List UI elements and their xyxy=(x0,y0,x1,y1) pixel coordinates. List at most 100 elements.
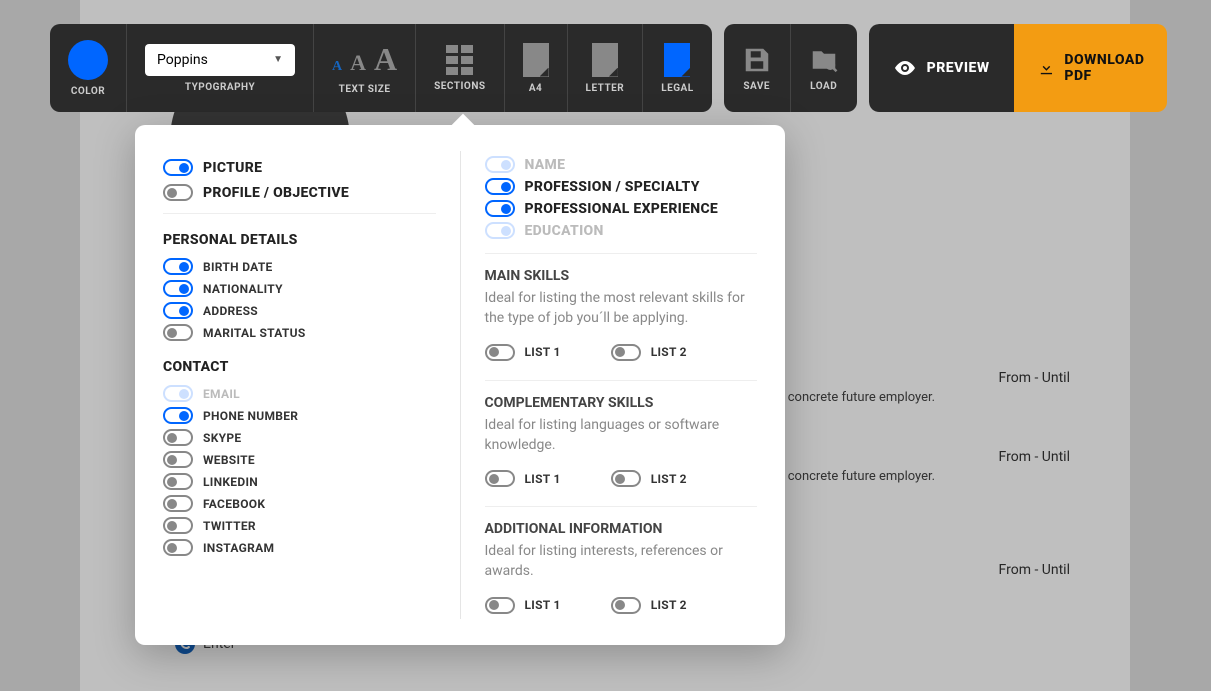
save-icon xyxy=(742,45,772,75)
page-letter-label: LETTER xyxy=(586,83,625,94)
group-title: COMPLEMENTARY SKILLS xyxy=(485,395,758,411)
toggle-switch[interactable] xyxy=(163,451,193,468)
toggle-label: ADDRESS xyxy=(203,304,258,318)
toggle-switch[interactable] xyxy=(485,200,515,217)
toggle-profile-objective[interactable]: PROFILE / OBJECTIVE xyxy=(163,184,436,201)
toggle-instagram[interactable]: INSTAGRAM xyxy=(163,539,436,556)
sections-button[interactable]: SECTIONS xyxy=(416,24,504,112)
toggle-label: NATIONALITY xyxy=(203,282,283,296)
text-size-icon: AAA xyxy=(332,41,397,78)
popover-right-column: NAME PROFESSION / SPECIALTY PROFESSIONAL E… xyxy=(461,151,758,619)
preview-button[interactable]: PREVIEW xyxy=(869,24,1014,112)
eye-icon xyxy=(893,56,917,80)
toggle-switch[interactable] xyxy=(163,429,193,446)
toggle-label: FACEBOOK xyxy=(203,497,265,511)
toggle-switch[interactable] xyxy=(163,280,193,297)
toggle-switch[interactable] xyxy=(485,470,515,487)
toggle-switch[interactable] xyxy=(611,470,641,487)
toggle-birth-date[interactable]: BIRTH DATE xyxy=(163,258,436,275)
chevron-down-icon: ▼ xyxy=(273,54,283,65)
toggle-label: LIST 2 xyxy=(651,598,687,612)
color-picker-button[interactable]: COLOR xyxy=(50,24,127,112)
page-letter-button[interactable]: LETTER xyxy=(568,24,644,112)
toggle-list-2[interactable]: LIST 2 xyxy=(611,597,687,614)
load-button[interactable]: LOAD xyxy=(791,24,857,112)
group-description: Ideal for listing languages or software … xyxy=(485,415,758,456)
toggle-switch[interactable] xyxy=(485,344,515,361)
divider xyxy=(163,213,436,214)
page-legal-label: LEGAL xyxy=(661,83,693,94)
toggle-name: NAME xyxy=(485,156,758,173)
typography-label: TYPOGRAPHY xyxy=(185,82,255,93)
toggle-switch[interactable] xyxy=(163,473,193,490)
toggle-phone-number[interactable]: PHONE NUMBER xyxy=(163,407,436,424)
preview-label: PREVIEW xyxy=(927,60,990,76)
divider xyxy=(485,506,758,507)
page-legal-button[interactable]: LEGAL xyxy=(643,24,711,112)
toggle-label: EDUCATION xyxy=(525,223,604,239)
toggle-switch[interactable] xyxy=(163,539,193,556)
toggle-profession-specialty[interactable]: PROFESSION / SPECIALTY xyxy=(485,178,758,195)
toggle-list-1[interactable]: LIST 1 xyxy=(485,344,561,361)
toggle-switch[interactable] xyxy=(163,517,193,534)
toggle-education: EDUCATION xyxy=(485,222,758,239)
toggle-switch[interactable] xyxy=(485,597,515,614)
toggle-switch xyxy=(485,156,515,173)
toggle-linkedin[interactable]: LINKEDIN xyxy=(163,473,436,490)
toggle-facebook[interactable]: FACEBOOK xyxy=(163,495,436,512)
contact-heading: CONTACT xyxy=(163,359,436,375)
toggle-label: NAME xyxy=(525,157,566,173)
toggle-switch[interactable] xyxy=(163,302,193,319)
toggle-switch[interactable] xyxy=(163,159,193,176)
toggle-switch[interactable] xyxy=(163,258,193,275)
toggle-list-1[interactable]: LIST 1 xyxy=(485,597,561,614)
toggle-nationality[interactable]: NATIONALITY xyxy=(163,280,436,297)
toggle-label: PICTURE xyxy=(203,160,262,176)
divider xyxy=(485,253,758,254)
divider xyxy=(485,380,758,381)
download-icon xyxy=(1038,57,1055,79)
page-icon xyxy=(592,43,618,77)
toggle-switch[interactable] xyxy=(163,324,193,341)
editor-toolbar: COLOR Poppins ▼ TYPOGRAPHY AAA TEXT SIZE… xyxy=(50,24,1167,112)
page-icon xyxy=(664,43,690,77)
toggle-professional-experience[interactable]: PROFESSIONAL EXPERIENCE xyxy=(485,200,758,217)
toggle-switch[interactable] xyxy=(163,184,193,201)
toggle-label: PROFESSION / SPECIALTY xyxy=(525,179,700,195)
download-pdf-button[interactable]: DOWNLOAD PDF xyxy=(1014,24,1167,112)
toggle-switch[interactable] xyxy=(163,495,193,512)
color-swatch xyxy=(68,40,108,80)
toggle-list-2[interactable]: LIST 2 xyxy=(611,344,687,361)
sections-icon xyxy=(446,45,473,75)
text-size-button[interactable]: AAA TEXT SIZE xyxy=(314,24,416,112)
color-label: COLOR xyxy=(71,86,105,97)
toggle-twitter[interactable]: TWITTER xyxy=(163,517,436,534)
toggle-list-2[interactable]: LIST 2 xyxy=(611,470,687,487)
toggle-marital-status[interactable]: MARITAL STATUS xyxy=(163,324,436,341)
toggle-label: MARITAL STATUS xyxy=(203,326,306,340)
page-a4-button[interactable]: A4 xyxy=(505,24,568,112)
font-select[interactable]: Poppins ▼ xyxy=(145,44,295,76)
save-label: SAVE xyxy=(743,81,770,92)
toggle-label: BIRTH DATE xyxy=(203,260,273,274)
load-label: LOAD xyxy=(810,81,837,92)
toggle-switch[interactable] xyxy=(611,344,641,361)
group-list-toggles: LIST 1 LIST 2 xyxy=(485,592,758,619)
toggle-address[interactable]: ADDRESS xyxy=(163,302,436,319)
toggle-switch[interactable] xyxy=(611,597,641,614)
toggle-label: LIST 1 xyxy=(525,472,561,486)
toggle-picture[interactable]: PICTURE xyxy=(163,159,436,176)
toggle-list-1[interactable]: LIST 1 xyxy=(485,470,561,487)
toggle-skype[interactable]: SKYPE xyxy=(163,429,436,446)
save-button[interactable]: SAVE xyxy=(724,24,791,112)
toggle-label: TWITTER xyxy=(203,519,256,533)
load-icon xyxy=(809,45,839,75)
toggle-label: LINKEDIN xyxy=(203,475,258,489)
text-size-label: TEXT SIZE xyxy=(339,84,391,95)
toggle-switch xyxy=(485,222,515,239)
toggle-switch[interactable] xyxy=(163,407,193,424)
toggle-label: LIST 1 xyxy=(525,598,561,612)
toggle-switch[interactable] xyxy=(485,178,515,195)
group-description: Ideal for listing the most relevant skil… xyxy=(485,288,758,329)
toggle-website[interactable]: WEBSITE xyxy=(163,451,436,468)
